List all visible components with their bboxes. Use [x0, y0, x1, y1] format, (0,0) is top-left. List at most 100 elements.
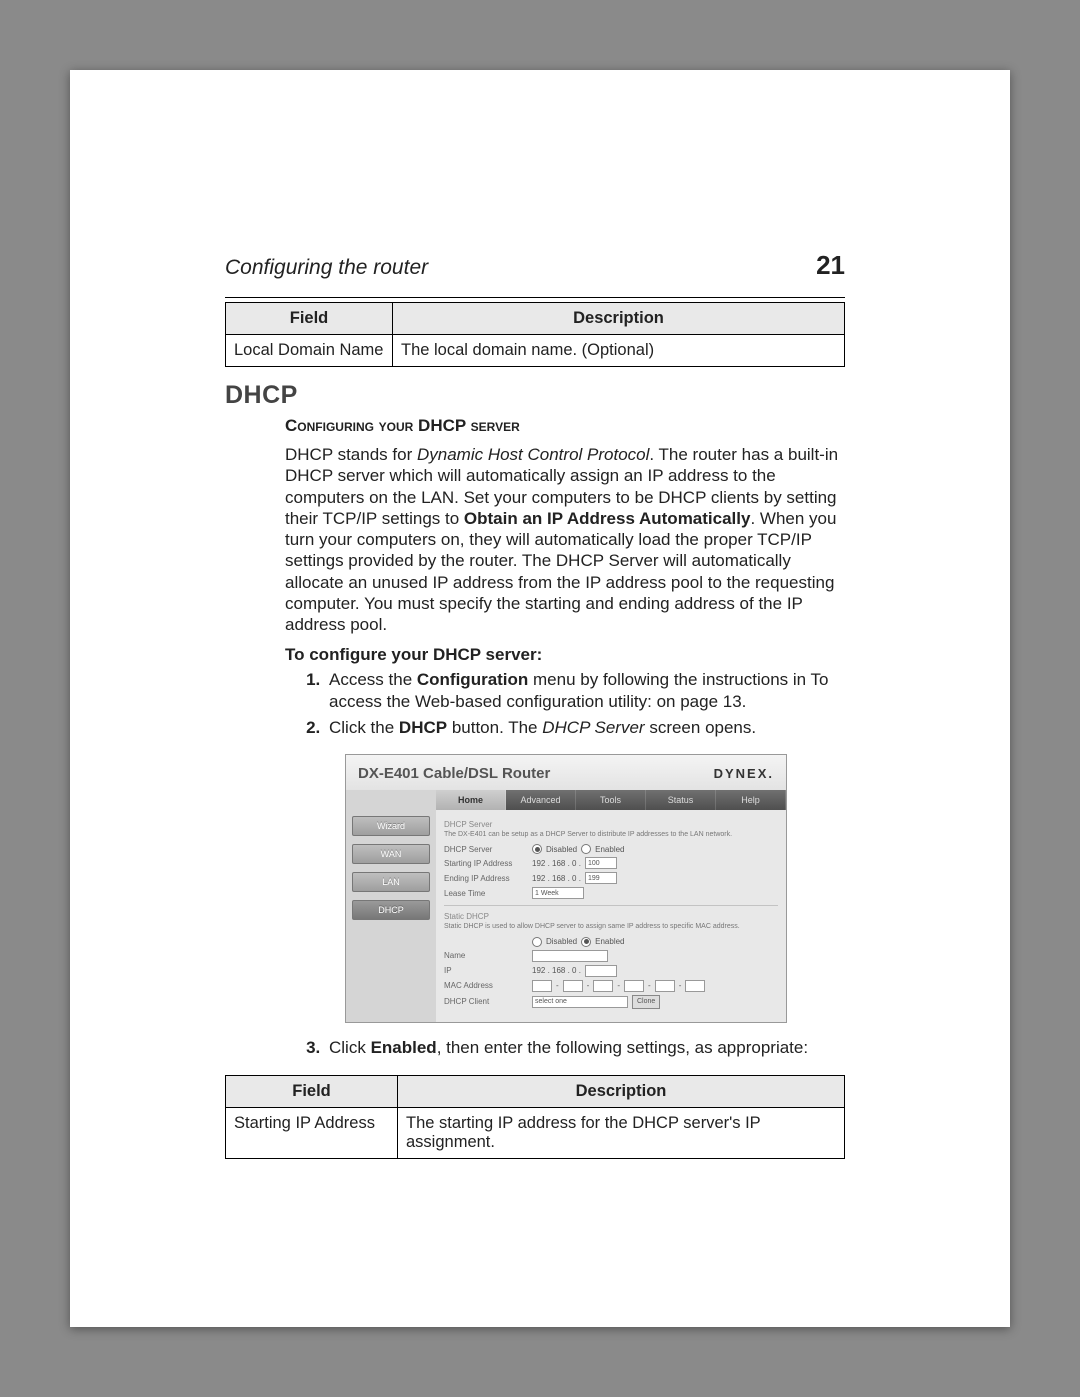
mac-input-1[interactable] — [532, 980, 552, 992]
val-ip: 192 . 168 . 0 . — [532, 965, 617, 977]
start-ip-input[interactable]: 100 — [585, 857, 617, 869]
table-header-row: Field Description — [226, 1076, 845, 1108]
section-heading-dhcp: DHCP — [225, 381, 845, 410]
val-end-ip: 192 . 168 . 0 . 199 — [532, 872, 617, 884]
row-lease-time: Lease Time 1 Week — [444, 887, 778, 899]
clone-button[interactable]: Clone — [632, 995, 660, 1009]
cell-field: Local Domain Name — [226, 335, 393, 367]
name-input[interactable] — [532, 950, 608, 962]
step-text: Click — [329, 1038, 371, 1057]
lease-time-select[interactable]: 1 Week — [532, 887, 584, 899]
start-ip-prefix: 192 . 168 . 0 . — [532, 859, 581, 868]
tab-advanced[interactable]: Advanced — [506, 790, 576, 810]
table-header-row: Field Description — [226, 303, 845, 335]
sidebar-item-dhcp[interactable]: DHCP — [352, 900, 430, 920]
page: Configuring the router 21 Field Descript… — [70, 70, 1010, 1327]
radio-static-disabled[interactable] — [532, 937, 542, 947]
router-screenshot: DX-E401 Cable/DSL Router DYNEX. Wizard W… — [345, 754, 787, 1023]
row-ip: IP 192 . 168 . 0 . — [444, 965, 778, 977]
field-description-table-1: Field Description Local Domain Name The … — [225, 302, 845, 367]
lbl-name: Name — [444, 951, 526, 960]
row-dhcp-client: DHCP Client select one Clone — [444, 995, 778, 1009]
step-text: button. The — [447, 718, 542, 737]
ip-input[interactable] — [585, 965, 617, 977]
radio-static-enabled-label: Enabled — [595, 937, 624, 946]
th-field: Field — [226, 1076, 398, 1108]
th-description: Description — [398, 1076, 845, 1108]
dhcp-paragraph: DHCP stands for Dynamic Host Control Pro… — [285, 444, 845, 635]
subheading-configuring: Configuring your DHCP server — [285, 416, 845, 436]
panel-divider — [444, 905, 778, 906]
end-ip-input[interactable]: 199 — [585, 872, 617, 884]
radio-enabled-label: Enabled — [595, 845, 624, 854]
mac-input-2[interactable] — [563, 980, 583, 992]
page-number: 21 — [816, 250, 845, 281]
val-start-ip: 192 . 168 . 0 . 100 — [532, 857, 617, 869]
radio-enabled[interactable] — [581, 844, 591, 854]
row-static-enable: Disabled Enabled — [444, 937, 778, 947]
val-dhcp-server: Disabled Enabled — [532, 844, 625, 854]
tab-help[interactable]: Help — [716, 790, 786, 810]
val-lease-time: 1 Week — [532, 887, 584, 899]
table-row: Starting IP Address The starting IP addr… — [226, 1108, 845, 1159]
mac-input-5[interactable] — [655, 980, 675, 992]
field-description-table-2: Field Description Starting IP Address Th… — [225, 1075, 845, 1159]
steps-list-cont: Click Enabled, then enter the following … — [325, 1037, 845, 1059]
lbl-ip: IP — [444, 966, 526, 975]
router-title: DX-E401 Cable/DSL Router — [358, 765, 550, 782]
mac-input-4[interactable] — [624, 980, 644, 992]
lbl-start-ip: Starting IP Address — [444, 859, 526, 868]
para-bold-obtain: Obtain an IP Address Automatically — [464, 509, 751, 528]
running-header: Configuring the router 21 — [225, 250, 845, 281]
router-header: DX-E401 Cable/DSL Router DYNEX. — [346, 755, 786, 790]
step-bold: Enabled — [371, 1038, 437, 1057]
lbl-end-ip: Ending IP Address — [444, 874, 526, 883]
content-area: Configuring the router 21 Field Descript… — [225, 250, 845, 1159]
radio-disabled-label: Disabled — [546, 845, 577, 854]
step-text: , then enter the following settings, as … — [437, 1038, 808, 1057]
para-text: DHCP stands for — [285, 445, 417, 464]
lbl-mac: MAC Address — [444, 981, 526, 990]
radio-disabled[interactable] — [532, 844, 542, 854]
ip-prefix: 192 . 168 . 0 . — [532, 966, 581, 975]
sidebar-item-wan[interactable]: WAN — [352, 844, 430, 864]
panel-desc-static: Static DHCP is used to allow DHCP server… — [444, 923, 778, 931]
mac-input-3[interactable] — [593, 980, 613, 992]
val-name — [532, 950, 608, 962]
lbl-lease-time: Lease Time — [444, 889, 526, 898]
router-main: Home Advanced Tools Status Help DHCP Ser… — [436, 790, 786, 1022]
step-text: Access the — [329, 670, 417, 689]
step-bold: DHCP — [399, 718, 447, 737]
tab-tools[interactable]: Tools — [576, 790, 646, 810]
radio-static-enabled[interactable] — [581, 937, 591, 947]
running-header-title: Configuring the router — [225, 256, 428, 280]
table-row: Local Domain Name The local domain name.… — [226, 335, 845, 367]
tab-home[interactable]: Home — [436, 790, 506, 810]
router-sidebar: Wizard WAN LAN DHCP — [346, 790, 436, 1022]
mac-input-6[interactable] — [685, 980, 705, 992]
dhcp-client-select[interactable]: select one — [532, 996, 628, 1008]
tab-status[interactable]: Status — [646, 790, 716, 810]
cell-description: The local domain name. (Optional) — [393, 335, 845, 367]
val-mac: - - - - - — [532, 980, 705, 992]
radio-static-disabled-label: Disabled — [546, 937, 577, 946]
val-dhcp-client: select one Clone — [532, 995, 660, 1009]
th-description: Description — [393, 303, 845, 335]
step-1: Access the Configuration menu by followi… — [325, 669, 845, 713]
router-brand: DYNEX. — [714, 766, 774, 781]
step-3: Click Enabled, then enter the following … — [325, 1037, 845, 1059]
router-body: Wizard WAN LAN DHCP Home Advanced Tools … — [346, 790, 786, 1022]
step-italic: DHCP Server — [542, 718, 644, 737]
val-static-enable: Disabled Enabled — [532, 937, 625, 947]
header-rule — [225, 297, 845, 298]
lbl-dhcp-client: DHCP Client — [444, 997, 526, 1006]
end-ip-prefix: 192 . 168 . 0 . — [532, 874, 581, 883]
panel-desc-dhcp: The DX-E401 can be setup as a DHCP Serve… — [444, 831, 778, 839]
panel-section-static-dhcp: Static DHCP — [444, 912, 778, 921]
sidebar-item-wizard[interactable]: Wizard — [352, 816, 430, 836]
step-2: Click the DHCP button. The DHCP Server s… — [325, 717, 845, 739]
cell-field: Starting IP Address — [226, 1108, 398, 1159]
step-text: screen opens. — [645, 718, 757, 737]
router-tabbar: Home Advanced Tools Status Help — [436, 790, 786, 810]
sidebar-item-lan[interactable]: LAN — [352, 872, 430, 892]
